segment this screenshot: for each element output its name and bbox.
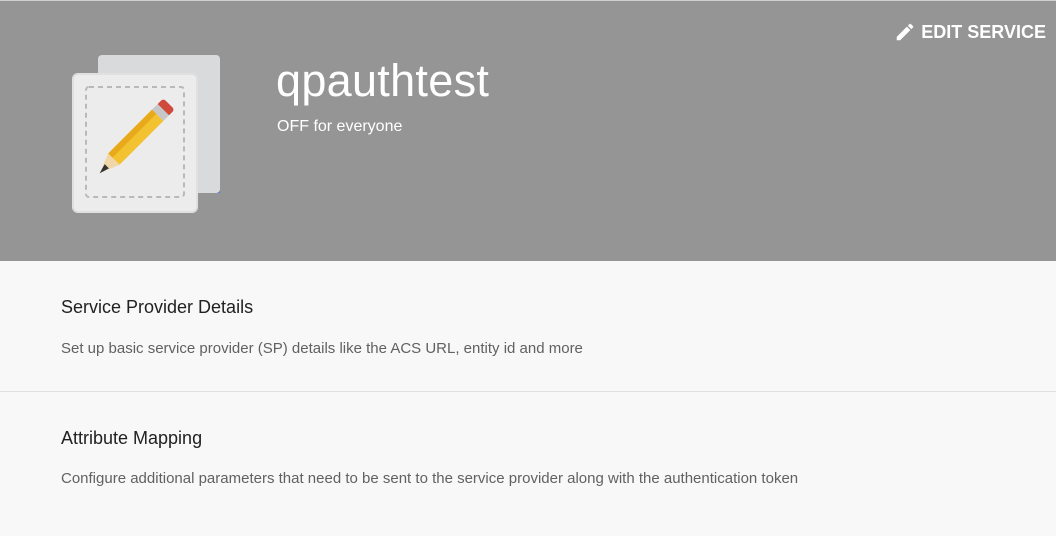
pencil-icon — [894, 21, 916, 43]
service-provider-details-section[interactable]: Service Provider Details Set up basic se… — [0, 262, 1056, 392]
section-description: Configure additional parameters that nee… — [61, 470, 799, 487]
section-title: Service Provider Details — [61, 297, 254, 317]
edit-service-button[interactable]: EDIT SERVICE — [894, 19, 1046, 45]
section-description: Set up basic service provider (SP) detai… — [61, 340, 583, 357]
status-text: OFF for everyone — [277, 118, 403, 135]
page-title: qpauthtest — [276, 55, 490, 106]
pencil-document-icon — [70, 53, 224, 215]
edit-service-label: EDIT SERVICE — [921, 21, 1046, 42]
service-header: qpauthtest OFF for everyone EDIT SERVICE — [0, 0, 1056, 261]
attribute-mapping-section[interactable]: Attribute Mapping Configure additional p… — [0, 393, 1056, 536]
section-title: Attribute Mapping — [61, 428, 203, 448]
